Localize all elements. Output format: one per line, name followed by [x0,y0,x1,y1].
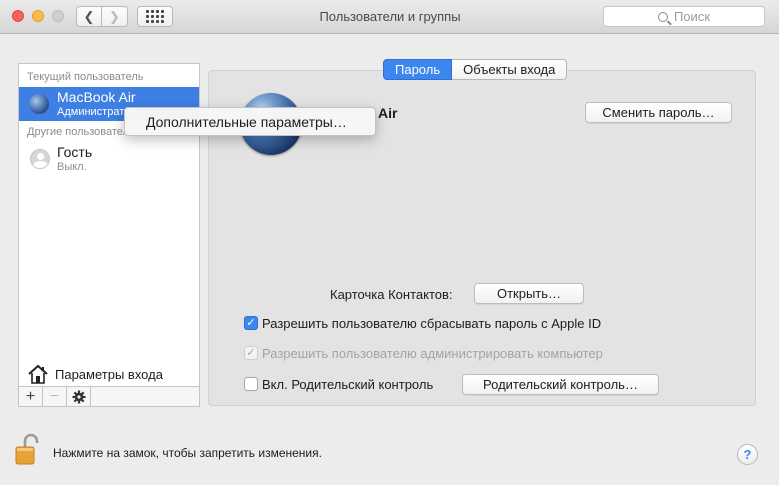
gear-icon [72,390,85,404]
sidebar-toolbar: + − [19,386,199,407]
search-icon [657,11,668,22]
search-field[interactable]: Поиск [603,6,765,27]
change-password-button[interactable]: Сменить пароль… [585,102,732,123]
advanced-options-menu-item[interactable]: Дополнительные параметры… [146,114,347,130]
parental-controls-label: Вкл. Родительский контроль [262,377,434,392]
help-button[interactable]: ? [737,444,758,465]
back-button[interactable]: ❮ [76,6,102,27]
minimize-button[interactable] [32,10,44,22]
login-options-item[interactable]: Параметры входа [19,362,199,386]
lock-icon[interactable] [15,433,39,465]
account-name: Air [378,105,398,121]
title-bar: ❮ ❯ Пользователи и группы Поиск [0,0,779,34]
reset-password-checkbox[interactable]: ✓ [244,316,258,330]
parental-controls-button[interactable]: Родительский контроль… [462,374,659,395]
admin-label: Разрешить пользователю администрировать … [262,346,603,361]
current-user-header: Текущий пользователь [27,71,144,83]
show-all-button[interactable] [137,6,173,27]
reset-password-label: Разрешить пользователю сбрасывать пароль… [262,316,602,331]
user-name: Гость [57,144,93,160]
close-button[interactable] [12,10,24,22]
window-title: Пользователи и группы [319,9,461,24]
tab-password[interactable]: Пароль [383,59,453,80]
open-contacts-button[interactable]: Открыть… [474,283,584,304]
checkmark-icon: ✓ [246,316,256,329]
other-users-header: Другие пользователи [27,126,136,138]
grid-icon [146,10,164,23]
admin-checkbox: ✓ [244,346,258,360]
chevron-right-icon: ❯ [109,8,120,24]
user-avatar-globe [29,94,49,114]
guest-avatar-icon [30,149,50,169]
login-options-label: Параметры входа [55,366,163,382]
house-icon [28,364,48,384]
tab-bar: Пароль Объекты входа [383,59,568,80]
forward-button[interactable]: ❯ [102,6,128,27]
user-role: Выкл. [57,161,87,173]
checkmark-icon: ✓ [246,346,256,359]
add-user-button[interactable]: + [19,387,43,407]
user-row-guest[interactable]: Гость Выкл. [19,142,199,176]
search-placeholder: Поиск [673,9,711,24]
user-name: MacBook Air [57,89,136,105]
parental-controls-checkbox[interactable] [244,377,258,391]
chevron-left-icon: ❮ [83,8,95,24]
action-menu-button[interactable] [67,387,91,407]
context-menu: Дополнительные параметры… [124,107,376,136]
zoom-button[interactable] [52,10,64,22]
contacts-card-label: Карточка Контактов: [330,287,453,302]
lock-message: Нажмите на замок, чтобы запретить измене… [53,446,322,460]
remove-user-button[interactable]: − [43,387,67,407]
tab-login-items[interactable]: Объекты входа [452,59,568,80]
